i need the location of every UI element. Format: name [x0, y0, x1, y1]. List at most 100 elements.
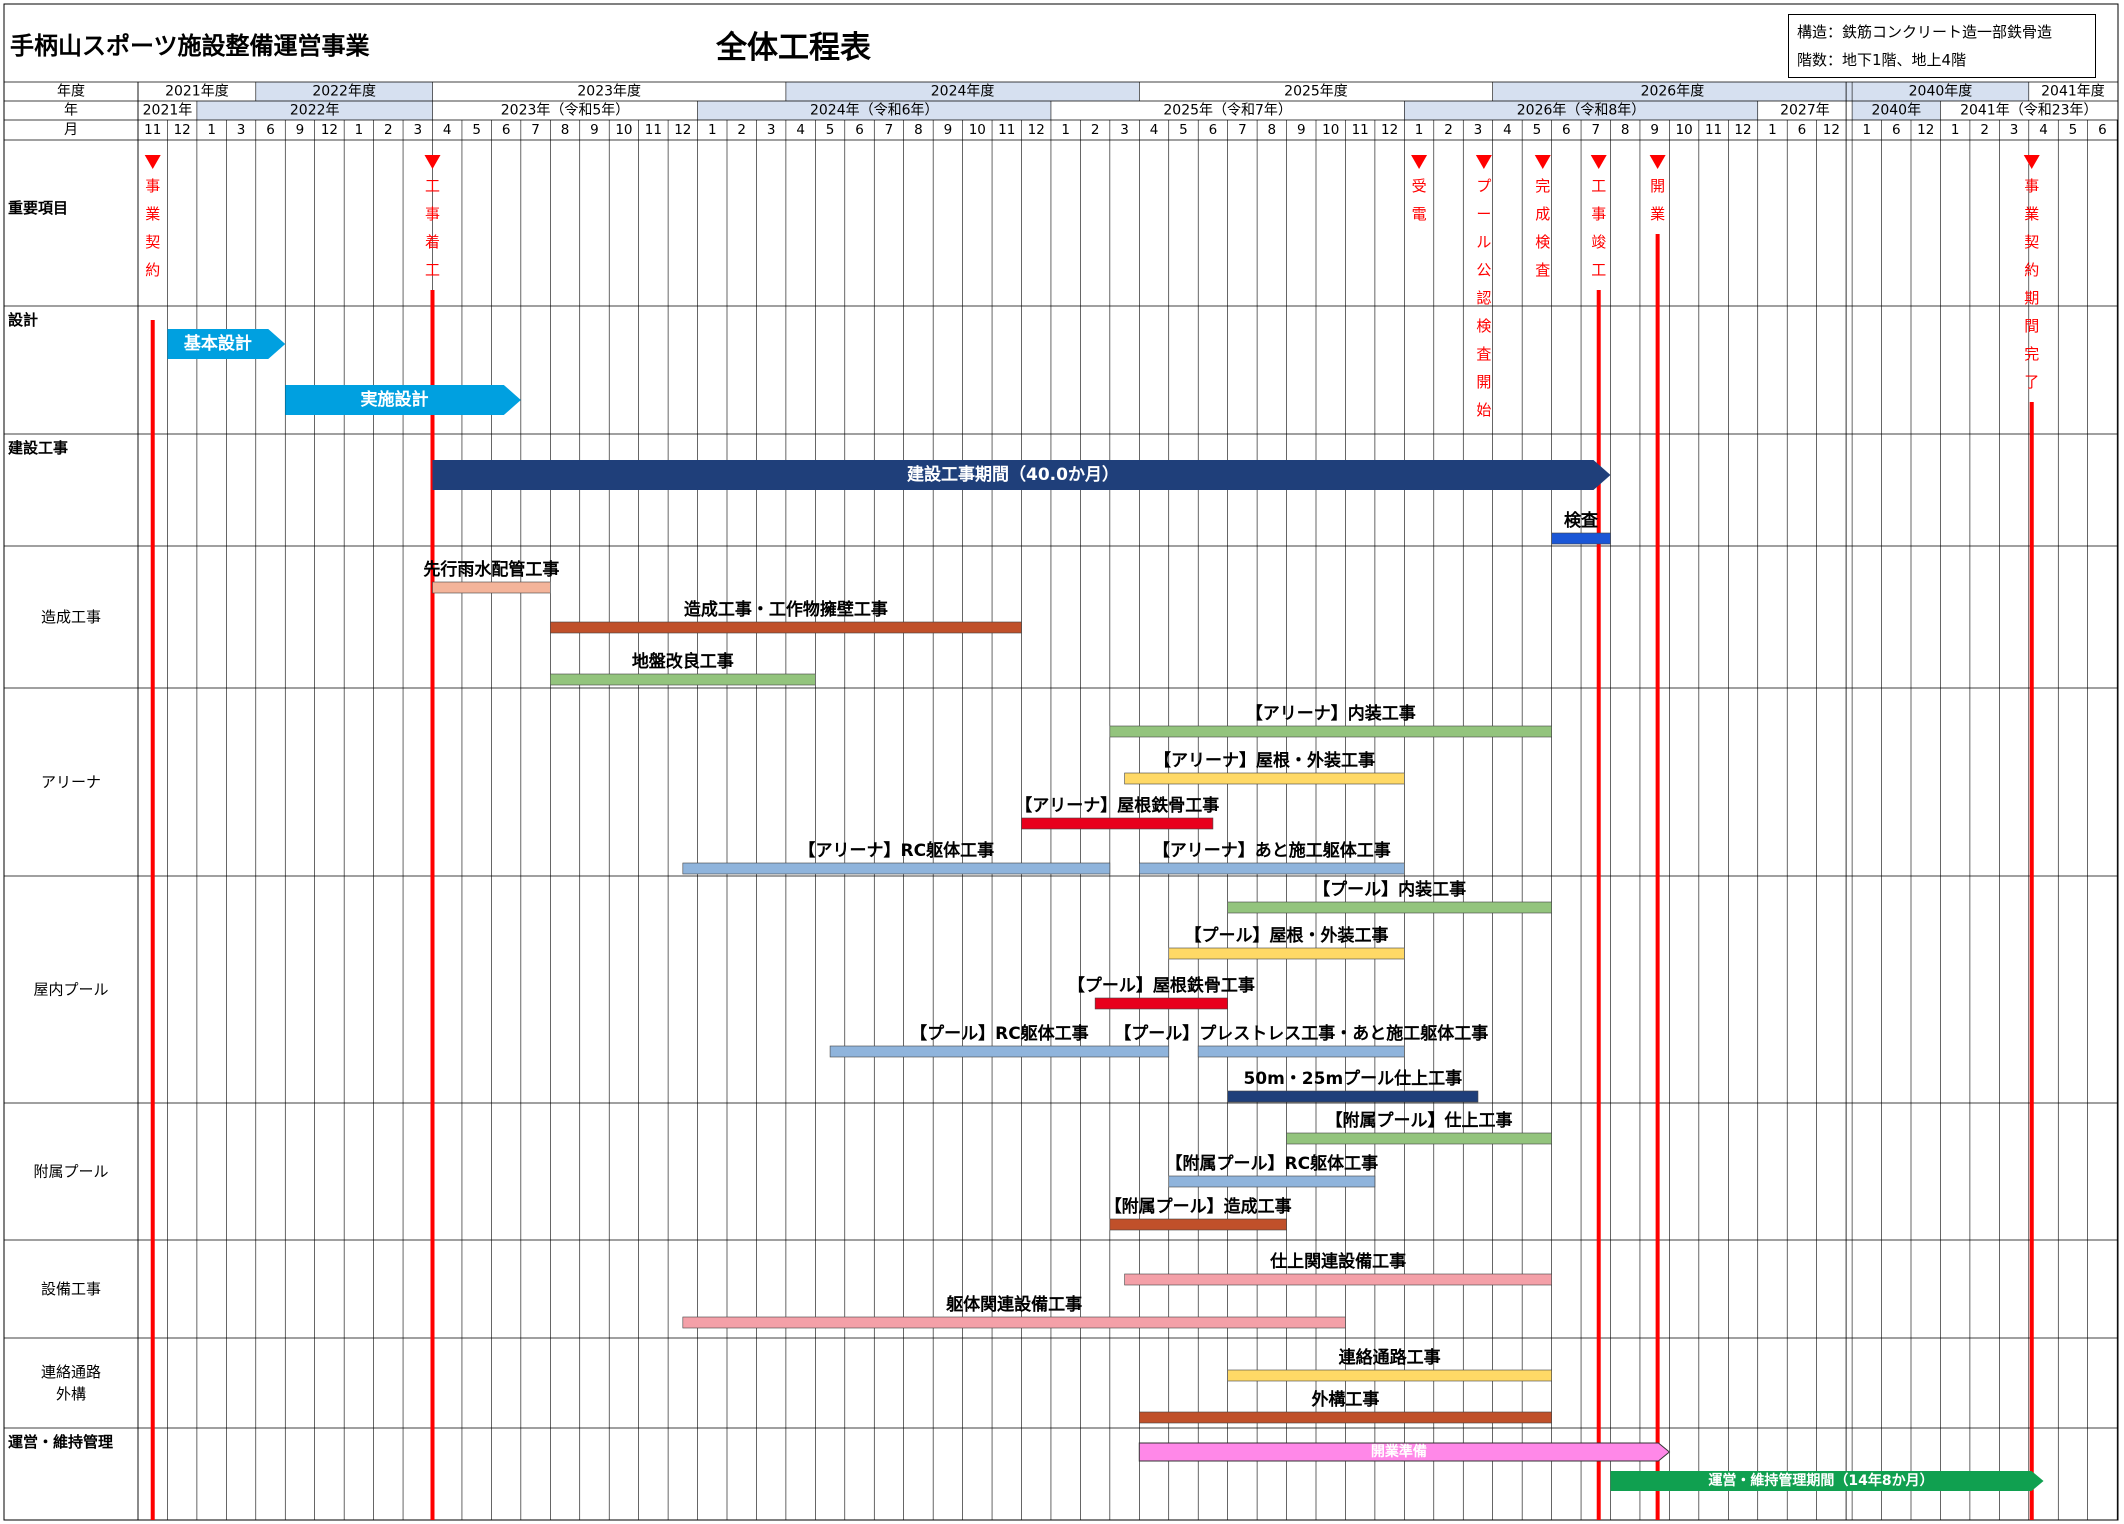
month-label: 12	[1917, 122, 1934, 138]
year-label: 2025年（令和7年）	[1163, 103, 1292, 119]
fiscal-year-label: 2022年度	[312, 84, 376, 100]
gantt-bar	[432, 581, 551, 594]
month-label: 9	[1650, 122, 1659, 138]
month-label: 9	[944, 122, 953, 138]
month-label: 8	[1621, 122, 1630, 138]
month-label: 2	[1980, 122, 1989, 138]
section-label: 設計	[8, 311, 38, 329]
schedule-page: 手柄山スポーツ施設整備運営事業 全体工程表 構造：鉄筋コンクリート造一部鉄骨造 …	[0, 0, 2124, 1524]
section-label: 附属プール	[33, 1163, 108, 1181]
month-label: 2	[737, 122, 746, 138]
month-label: 9	[296, 122, 305, 138]
milestone-label-char: 業	[1650, 205, 1665, 223]
gantt-bar-label: 50m・25mプール仕上工事	[1243, 1068, 1462, 1089]
gantt-bar-label: 地盤改良工事	[632, 651, 734, 672]
gantt-bar	[549, 621, 1022, 634]
gantt-bar	[1227, 1369, 1552, 1382]
month-label: 10	[969, 122, 986, 138]
gantt-bar	[1551, 532, 1611, 545]
month-label: 4	[796, 122, 805, 138]
gantt-bar	[1124, 772, 1405, 785]
gantt-bar-label: 【附属プール】RC躯体工事	[1166, 1153, 1379, 1174]
year-label: 2022年	[290, 103, 340, 119]
month-label: 1	[1863, 122, 1872, 138]
fiscal-year-label: 2023年度	[577, 84, 641, 100]
fiscal-year-label: 2041年度	[2041, 84, 2105, 100]
gantt-bar-label: 【プール】プレストレス工事・あと施工躯体工事	[1114, 1023, 1488, 1044]
milestone-label-char: 期	[2024, 289, 2039, 307]
milestone-label-char: 受	[1412, 177, 1427, 195]
month-label: 1	[207, 122, 216, 138]
month-label: 10	[1676, 122, 1693, 138]
gantt-bar	[1227, 1090, 1479, 1103]
gantt-bar	[829, 1045, 1170, 1058]
gantt-bar	[1168, 1175, 1376, 1188]
gantt-bar-label: 【アリーナ】あと施工躯体工事	[1153, 840, 1391, 861]
gantt-bar-label: 【附属プール】造成工事	[1105, 1196, 1292, 1217]
gantt-bar	[1227, 901, 1552, 914]
month-label: 7	[531, 122, 540, 138]
month-label: 5	[826, 122, 835, 138]
month-label: 1	[708, 122, 717, 138]
gantt-bar	[1286, 1132, 1552, 1145]
section-label: 造成工事	[41, 608, 101, 626]
fiscal-year-label: 2040年度	[1909, 84, 1973, 100]
year-label: 2041年（令和23年）	[1960, 103, 2097, 119]
milestone-label-char: 契	[145, 233, 160, 251]
section-label: 重要項目	[8, 199, 68, 217]
fiscal-year-label: 2025年度	[1284, 84, 1348, 100]
month-label: 10	[1322, 122, 1339, 138]
month-label: 7	[1591, 122, 1600, 138]
milestone-label-char: 業	[145, 205, 160, 223]
milestone-label-char: 完	[1535, 177, 1550, 195]
month-label: 5	[472, 122, 481, 138]
fiscal-year-label: 2026年度	[1641, 84, 1705, 100]
milestone-label-char: 工	[1591, 177, 1606, 195]
milestone-label-char: 了	[2024, 373, 2039, 391]
month-label: 3	[237, 122, 246, 138]
milestone-label-char: 事	[1591, 205, 1606, 223]
month-label: 11	[998, 122, 1015, 138]
gantt-bar-label: 【プール】内装工事	[1313, 879, 1466, 900]
month-label: 8	[561, 122, 570, 138]
milestone-label-char: 開	[1476, 373, 1491, 391]
milestone-label-char: 検	[1535, 233, 1550, 251]
month-label: 1	[355, 122, 364, 138]
milestone-label-char: 公	[1476, 261, 1491, 279]
month-label: 3	[1474, 122, 1483, 138]
milestone-label-char: プ	[1476, 177, 1491, 195]
milestone-label-char: 約	[145, 261, 160, 279]
fiscal-row-header: 年度	[57, 84, 85, 100]
month-label: 6	[1562, 122, 1571, 138]
gantt-bar-label: 検査	[1564, 510, 1599, 531]
milestone-label-char: ル	[1476, 233, 1491, 251]
gantt-bar	[1094, 997, 1228, 1010]
milestone-label-char: 電	[1412, 205, 1427, 223]
milestone-marker	[1534, 155, 1551, 169]
month-label: 12	[674, 122, 691, 138]
year-label: 2021年	[143, 103, 193, 119]
milestone-label-char: 始	[1476, 401, 1491, 419]
month-label: 11	[1352, 122, 1369, 138]
month-label: 7	[885, 122, 894, 138]
month-label: 1	[1061, 122, 1070, 138]
fiscal-year-label: 2024年度	[931, 84, 995, 100]
month-label: 9	[1297, 122, 1306, 138]
month-label: 6	[1798, 122, 1807, 138]
fiscal-year-label: 2021年度	[165, 84, 229, 100]
milestone-label-char: 工	[425, 177, 440, 195]
month-label: 6	[2098, 122, 2107, 138]
year-label: 2024年（令和6年）	[810, 103, 939, 119]
month-label: 12	[174, 122, 191, 138]
gantt-bar-label: 【プール】RC躯体工事	[910, 1023, 1089, 1044]
gantt-bar-label: 開業準備	[1371, 1443, 1427, 1460]
month-label: 6	[1892, 122, 1901, 138]
section-label: 設備工事	[41, 1280, 101, 1298]
gantt-bar-label: 運営・維持管理期間（14年8か月）	[1708, 1472, 1933, 1489]
gantt-bar	[1168, 947, 1405, 960]
month-label: 12	[1734, 122, 1751, 138]
gantt-bar	[1139, 1411, 1552, 1424]
month-label: 7	[1238, 122, 1247, 138]
milestone-label-char: 契	[2024, 233, 2039, 251]
gantt-bar	[682, 862, 1111, 875]
